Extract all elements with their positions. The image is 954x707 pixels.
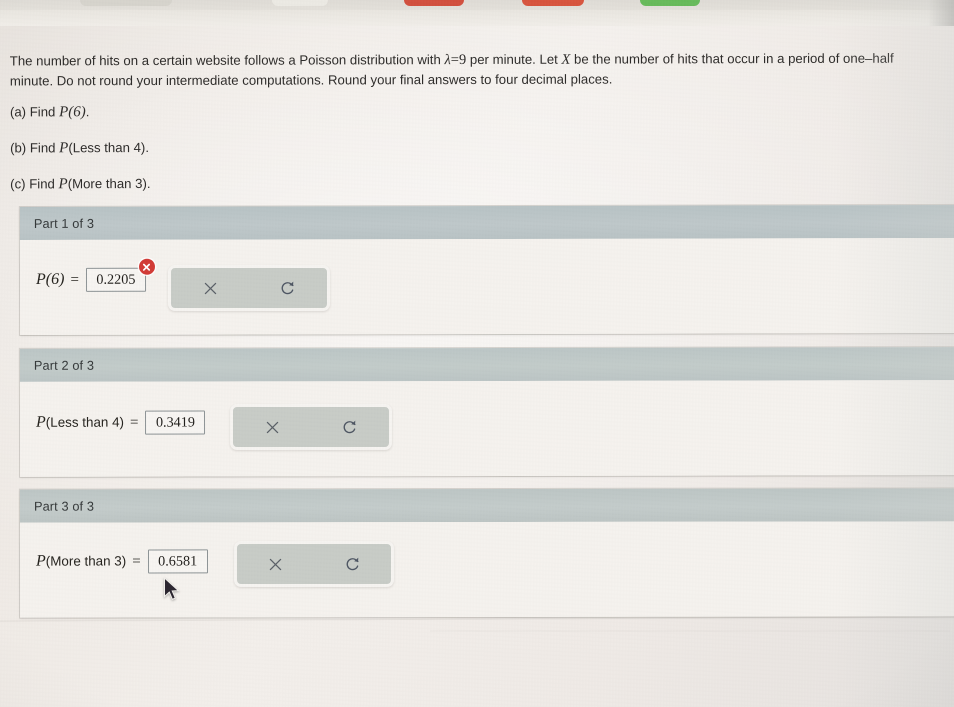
undo-arrow-icon [344, 555, 362, 573]
prompt-b-p-symbol: P [59, 140, 69, 157]
random-variable-x: X [561, 51, 571, 68]
prompt-a-argument: (6) [68, 104, 86, 121]
part-card-1: Part 1 of 3 P(6) = [19, 205, 954, 335]
part-3-expression: P(More than 3) [36, 553, 126, 571]
part-1-answer-row: P(6) = [36, 258, 155, 292]
prompt-a-period: . [85, 104, 90, 120]
statement-segment-1: The number of hits on a certain website … [9, 52, 445, 69]
prompt-b-period: . [145, 140, 150, 156]
part-1-input-wrapper [85, 258, 155, 292]
part-1-p-symbol: P [36, 270, 46, 288]
part-2-p-symbol: P [36, 413, 46, 431]
part-1-expression: P(6) [36, 271, 64, 289]
prompt-c-argument: (More than 3) [67, 176, 147, 192]
part-2-clear-button[interactable] [245, 409, 299, 445]
part-2-input-wrapper [145, 410, 206, 435]
part-2-answer-input[interactable] [145, 410, 206, 435]
prompt-a: (a) Find P(6). [10, 100, 928, 123]
part-2-argument: Less than 4 [50, 414, 120, 430]
part-3-clear-button[interactable] [249, 546, 303, 582]
error-x-circle-icon [138, 258, 155, 275]
part-2-header: Part 2 of 3 [19, 347, 954, 382]
prompt-c: (c) Find P(More than 3). [10, 172, 928, 195]
part-1-body: P(6) = [19, 238, 954, 335]
part-1-equals-sign: = [70, 271, 79, 288]
part-2-argument-close: ) [119, 414, 124, 430]
prompt-b-argument: (Less than 4) [68, 140, 146, 156]
part-card-2: Part 2 of 3 P(Less than 4) = [19, 347, 954, 477]
tab-strip-right-shade [928, 0, 954, 26]
browser-tab-2[interactable] [272, 0, 328, 6]
part-1-header-label: Part 1 of 3 [33, 215, 95, 231]
part-1-clear-button[interactable] [183, 270, 237, 306]
browser-tab-5[interactable] [640, 0, 700, 6]
part-1-argument: (6) [45, 270, 65, 288]
browser-tab-1[interactable] [80, 0, 172, 6]
part-3-body: P(More than 3) = [19, 521, 954, 618]
problem-statement-text: The number of hits on a certain website … [10, 49, 928, 91]
part-2-undo-button[interactable] [323, 409, 377, 445]
problem-statement-block: The number of hits on a certain website … [10, 49, 928, 211]
prompt-b-label: (b) Find [10, 140, 60, 156]
part-2-header-label: Part 2 of 3 [33, 357, 95, 373]
lambda-value: =9 [450, 52, 467, 69]
prompt-c-period: . [146, 176, 151, 192]
part-2-body: P(Less than 4) = [19, 380, 954, 477]
x-icon [267, 556, 284, 573]
part-3-input-wrapper [147, 549, 208, 574]
part-3-action-group [234, 541, 394, 587]
part-3-undo-button[interactable] [326, 546, 380, 582]
part-2-action-group [230, 404, 392, 450]
part-3-argument: More than 3 [50, 553, 122, 569]
part-card-3: Part 3 of 3 P(More than 3) = [19, 488, 954, 618]
part-1-undo-button[interactable] [261, 270, 315, 306]
part-3-equals-sign: = [132, 552, 141, 569]
part-2-answer-row: P(Less than 4) = [36, 410, 206, 435]
prompt-c-label: (c) Find [10, 176, 59, 192]
part-3-header-label: Part 3 of 3 [33, 498, 95, 514]
undo-arrow-icon [341, 418, 359, 436]
browser-tab-3[interactable] [404, 0, 464, 6]
undo-arrow-icon [279, 279, 297, 297]
part-1-answer-input[interactable] [85, 267, 146, 292]
x-icon [264, 419, 281, 436]
part-3-argument-close: ) [121, 553, 127, 569]
prompt-b: (b) Find P(Less than 4). [10, 136, 928, 159]
part-2-expression: P(Less than 4) [36, 414, 124, 432]
part-3-answer-input[interactable] [147, 549, 208, 574]
prompt-c-p-symbol: P [58, 176, 68, 193]
part-3-p-symbol: P [35, 552, 46, 570]
statement-segment-2: per minute. Let [466, 51, 562, 68]
x-icon [202, 280, 219, 297]
prompt-a-label: (a) Find [9, 104, 60, 120]
part-2-equals-sign: = [129, 414, 139, 431]
part-1-action-group [168, 265, 330, 311]
part-3-answer-row: P(More than 3) = [36, 549, 208, 574]
part-3-header: Part 3 of 3 [19, 488, 954, 523]
browser-tab-4[interactable] [522, 0, 584, 6]
part-1-header: Part 1 of 3 [19, 205, 954, 240]
prompt-a-p-symbol: P [59, 104, 69, 121]
tab-strip-base [0, 10, 954, 26]
browser-tab-strip [0, 0, 954, 26]
